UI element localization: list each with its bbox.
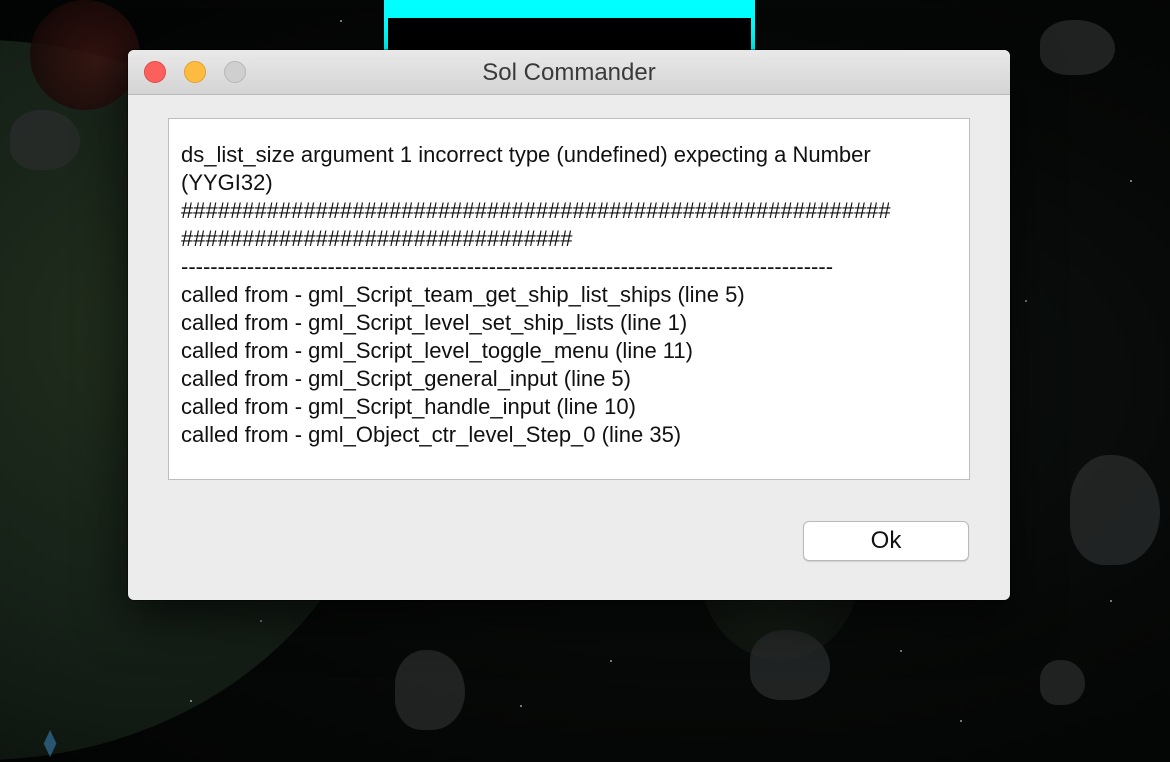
ship-icon: ⧫ xyxy=(43,727,57,757)
zoom-window-button xyxy=(224,61,246,83)
error-message-line: (YYGI32) xyxy=(181,170,273,195)
error-message-box[interactable]: ds_list_size argument 1 incorrect type (… xyxy=(168,118,970,480)
star xyxy=(960,720,962,722)
planet-red xyxy=(30,0,140,110)
asteroid xyxy=(1040,660,1085,705)
stack-trace-line: called from - gml_Script_general_input (… xyxy=(181,366,631,391)
error-message-line: ds_list_size argument 1 incorrect type (… xyxy=(181,142,871,167)
stack-trace-line: called from - gml_Script_team_get_ship_l… xyxy=(181,282,745,307)
star xyxy=(260,620,262,622)
error-dialog: Sol Commander ds_list_size argument 1 in… xyxy=(128,50,1010,600)
star xyxy=(340,20,342,22)
asteroid xyxy=(750,630,830,700)
error-separator-line: ----------------------------------------… xyxy=(181,254,834,279)
asteroid xyxy=(10,110,80,170)
asteroid xyxy=(395,650,465,730)
star xyxy=(1130,180,1132,182)
star xyxy=(190,700,192,702)
stack-trace-line: called from - gml_Script_level_toggle_me… xyxy=(181,338,693,363)
stack-trace-line: called from - gml_Script_level_set_ship_… xyxy=(181,310,688,335)
stack-trace-line: called from - gml_Script_handle_input (l… xyxy=(181,394,636,419)
asteroid xyxy=(1040,20,1115,75)
ok-button[interactable]: Ok xyxy=(803,521,969,561)
error-separator-line: ################################ xyxy=(181,226,573,251)
window-title: Sol Commander xyxy=(482,59,656,86)
star xyxy=(1025,300,1027,302)
star xyxy=(610,660,612,662)
title-bar: Sol Commander xyxy=(128,50,1010,95)
asteroid xyxy=(1070,455,1160,565)
star xyxy=(900,650,902,652)
error-separator-line: ########################################… xyxy=(181,198,891,223)
star xyxy=(520,705,522,707)
stack-trace-line: called from - gml_Object_ctr_level_Step_… xyxy=(181,422,682,447)
star xyxy=(1110,600,1112,602)
close-window-button[interactable] xyxy=(144,61,166,83)
minimize-window-button[interactable] xyxy=(184,61,206,83)
